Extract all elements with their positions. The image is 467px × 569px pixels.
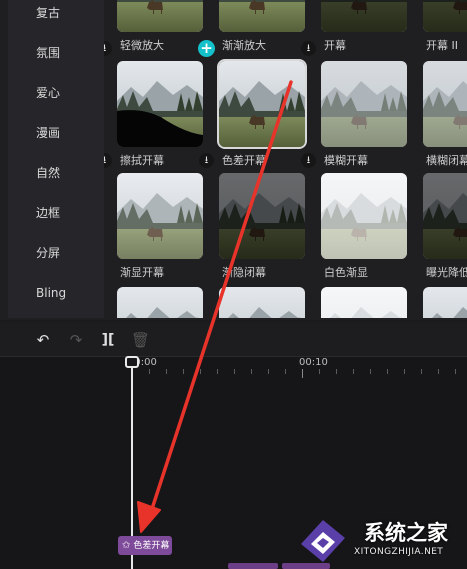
sidebar-item-nature[interactable]: 自然 — [36, 166, 60, 180]
ruler-tick — [353, 369, 354, 374]
effect-thumbnail — [423, 287, 467, 318]
ruler-tick — [404, 369, 405, 374]
app-window: { "sidebar": { "items": [ {"label": "复古"… — [0, 0, 467, 569]
star-icon: ✩ — [122, 540, 131, 551]
ruler-tick — [268, 369, 269, 374]
clip-label: 色差开幕 — [133, 541, 170, 551]
ruler-tick — [370, 369, 371, 374]
ruler-tick — [234, 369, 235, 374]
download-icon[interactable]: ⭳ — [199, 153, 214, 168]
timeline-toolbar: ↶ ↷ ][ 🗑 — [0, 323, 467, 357]
effect-label: 白色渐显 — [324, 266, 368, 279]
effect-thumbnail — [117, 173, 203, 259]
effect-thumbnail — [321, 0, 407, 32]
ruler-tick — [285, 369, 286, 374]
undo-icon[interactable]: ↶ — [34, 331, 52, 349]
effects-panel: 复古 氛围 爱心 漫画 自然 边框 分屏 Bling ⭳ 轻微放大 ⭳ 渐渐放大 — [0, 0, 467, 320]
watermark-url: XITONGZHIJIA.NET — [354, 547, 444, 557]
ruler-tick — [319, 369, 320, 374]
effect-thumbnail — [423, 173, 467, 259]
redo-icon[interactable]: ↷ — [67, 331, 85, 349]
watermark-logo-icon — [301, 520, 345, 562]
effect-thumbnail — [219, 173, 305, 259]
ruler-tick — [251, 369, 252, 374]
effect-label: 曝光降低 — [426, 266, 467, 279]
download-icon[interactable]: ⭳ — [104, 41, 112, 56]
time-ruler[interactable]: 00:00 00:10 — [118, 357, 467, 379]
sidebar-item-border[interactable]: 边框 — [36, 206, 60, 220]
effect-label: 渐显开幕 — [120, 266, 164, 279]
effect-label: 开幕 II — [426, 39, 458, 52]
sidebar-item-atmosphere[interactable]: 氛围 — [36, 46, 60, 60]
effect-thumbnail — [219, 287, 305, 318]
ruler-tick — [183, 369, 184, 374]
effect-thumbnail — [117, 287, 203, 318]
effect-thumbnail — [423, 0, 467, 32]
effect-thumbnail — [321, 287, 407, 318]
effect-label: 擦拭开幕 — [120, 154, 164, 167]
category-sidebar: 复古 氛围 爱心 漫画 自然 边框 分屏 Bling — [8, 0, 104, 318]
effect-label: 色差开幕 — [222, 154, 266, 167]
ruler-tick — [149, 369, 150, 374]
effect-label: 渐隐闭幕 — [222, 266, 266, 279]
effect-label: 模糊开幕 — [324, 154, 368, 167]
ruler-tick — [455, 369, 456, 374]
effect-thumbnail — [321, 173, 407, 259]
sidebar-item-split-screen[interactable]: 分屏 — [36, 246, 60, 260]
sidebar-item-bling[interactable]: Bling — [36, 286, 66, 300]
effect-label: 渐渐放大 — [222, 39, 266, 52]
ruler-tick — [421, 369, 422, 374]
delete-icon[interactable]: 🗑 — [131, 331, 150, 349]
effect-thumbnail — [117, 0, 203, 32]
add-icon[interactable]: + — [198, 40, 215, 57]
effect-thumbnail — [219, 61, 305, 147]
split-icon[interactable]: ][ — [99, 331, 117, 349]
sidebar-item-love[interactable]: 爱心 — [36, 86, 60, 100]
sidebar-item-retro[interactable]: 复古 — [36, 6, 60, 20]
ruler-tick — [200, 369, 201, 374]
effects-grid: ⭳ 轻微放大 ⭳ 渐渐放大 开幕 开幕 II ⭳ 擦拭开幕 — [104, 0, 467, 318]
effect-thumbnail — [321, 61, 407, 147]
ruler-tick — [387, 369, 388, 374]
playhead-handle[interactable] — [125, 356, 139, 368]
ruler-tick — [438, 369, 439, 374]
download-icon[interactable]: ⭳ — [301, 41, 316, 56]
effect-label: 开幕 — [324, 39, 346, 52]
watermark-brand: 系统之家 — [364, 521, 448, 545]
download-icon[interactable]: ⭳ — [301, 153, 316, 168]
effect-thumbnail — [117, 61, 203, 147]
ruler-tick — [302, 369, 303, 378]
effect-label: 横糊闭幕 — [426, 154, 467, 167]
effect-label: 轻微放大 — [120, 39, 164, 52]
effect-thumbnail — [423, 61, 467, 147]
effect-thumbnail — [219, 0, 305, 32]
ruler-tick — [217, 369, 218, 374]
effect-clip[interactable]: ✩ 色差开幕 — [118, 536, 172, 555]
sidebar-item-comic[interactable]: 漫画 — [36, 126, 60, 140]
ruler-tick — [166, 369, 167, 374]
ruler-tick — [336, 369, 337, 374]
timecode-next: 00:10 — [299, 357, 328, 368]
track-clip[interactable] — [228, 563, 278, 569]
download-icon[interactable]: ⭳ — [104, 153, 112, 168]
